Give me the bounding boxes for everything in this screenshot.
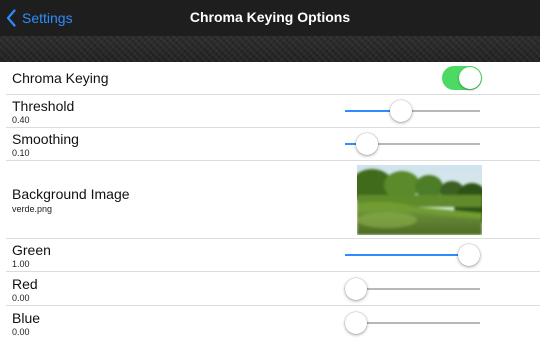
settings-list: Chroma Keying Threshold 0.40 Smoothing 0…: [0, 62, 540, 340]
green-slider[interactable]: [345, 243, 480, 267]
header-texture: [0, 36, 540, 62]
red-label: Red: [12, 276, 38, 292]
row-green: Green 1.00: [0, 239, 540, 272]
red-slider[interactable]: [345, 277, 480, 301]
background-image-thumbnail[interactable]: [357, 165, 482, 235]
chroma-keying-label: Chroma Keying: [12, 70, 109, 86]
toggle-knob: [459, 67, 481, 89]
landscape-image: [357, 165, 482, 235]
green-value: 1.00: [12, 259, 30, 269]
slider-thumb[interactable]: [356, 133, 379, 155]
green-label: Green: [12, 242, 51, 258]
smoothing-label: Smoothing: [12, 131, 79, 147]
page-title: Chroma Keying Options: [189, 9, 351, 25]
row-blue: Blue 0.00: [0, 306, 540, 340]
background-image-filename: verde.png: [12, 204, 53, 214]
slider-thumb[interactable]: [345, 278, 367, 300]
threshold-label: Threshold: [12, 98, 75, 114]
slider-thumb[interactable]: [458, 244, 480, 266]
row-red: Red 0.00: [0, 272, 540, 306]
row-smoothing: Smoothing 0.10: [0, 128, 540, 161]
navigation-bar: Settings Chroma Keying Options: [0, 0, 540, 36]
blue-label: Blue: [12, 310, 41, 326]
threshold-slider[interactable]: [345, 99, 480, 123]
chroma-keying-toggle[interactable]: [442, 66, 482, 90]
smoothing-slider[interactable]: [345, 132, 480, 156]
row-chroma-keying: Chroma Keying: [0, 62, 540, 95]
blue-value: 0.00: [12, 327, 30, 337]
smoothing-value: 0.10: [12, 148, 30, 158]
threshold-value: 0.40: [12, 115, 30, 125]
slider-fill: [345, 254, 469, 256]
background-image-label: Background Image: [12, 186, 130, 202]
red-value: 0.00: [12, 293, 30, 303]
slider-thumb[interactable]: [345, 312, 367, 334]
slider-thumb[interactable]: [390, 100, 413, 122]
blue-slider[interactable]: [345, 311, 480, 335]
row-background-image: Background Image verde.png: [0, 161, 540, 239]
row-threshold: Threshold 0.40: [0, 95, 540, 128]
